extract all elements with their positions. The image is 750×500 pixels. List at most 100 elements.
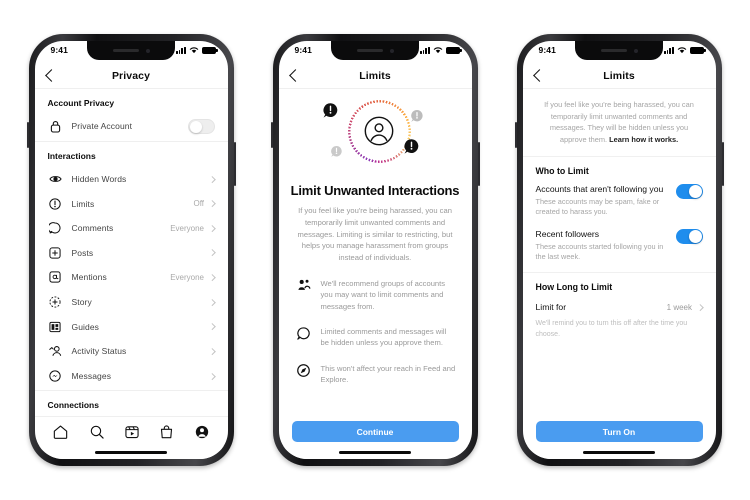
phone-mockup-limits-settings: 9:41 Limits If you feel like you're bein… xyxy=(514,34,724,466)
row-label: Comments xyxy=(71,223,114,234)
turn-on-button[interactable]: Turn On xyxy=(535,421,703,442)
row-label: Mentions xyxy=(71,272,107,283)
home-indicator xyxy=(278,446,472,459)
reels-icon[interactable] xyxy=(125,425,139,439)
wifi-icon xyxy=(677,47,686,54)
option-description: These accounts started following you in … xyxy=(535,241,664,262)
chevron-left-icon[interactable] xyxy=(288,69,302,82)
continue-button[interactable]: Continue xyxy=(291,421,459,442)
phone2-screen: 9:41 Limits Limit Unwanted Interactions … xyxy=(278,41,472,459)
status-clock: 9:41 xyxy=(538,45,556,55)
nav-bar-privacy: Privacy xyxy=(34,63,228,89)
compass-icon xyxy=(295,363,313,377)
front-camera xyxy=(389,48,394,53)
page-title: Limits xyxy=(359,69,391,82)
messenger-icon xyxy=(48,370,63,382)
section-header-who-to-limit: Who to Limit xyxy=(535,165,589,176)
battery-icon xyxy=(689,46,706,54)
status-bar: 9:41 xyxy=(35,41,228,63)
limit-for-label: Limit for xyxy=(535,302,567,313)
section-header-interactions: Interactions xyxy=(47,150,96,161)
row-activity-status[interactable]: Activity Status xyxy=(35,339,228,364)
wifi-icon xyxy=(433,47,442,54)
home-indicator xyxy=(34,446,228,459)
option-title: Accounts that aren't following you xyxy=(535,183,664,194)
row-limit-for[interactable]: Limit for 1 week xyxy=(523,298,716,312)
bottom-tab-bar xyxy=(34,416,228,446)
chevron-left-icon[interactable] xyxy=(44,69,58,82)
recent-followers-toggle[interactable] xyxy=(675,228,703,244)
phone-mockup-privacy: 9:41 Privacy Account Privacy Private Acc… xyxy=(26,34,236,466)
chevron-right-icon xyxy=(209,323,216,330)
alert-bubble-icon xyxy=(410,109,424,128)
option-description: These accounts may be spam, fake or crea… xyxy=(535,196,660,217)
hidden-words-icon xyxy=(48,174,63,184)
row-private-account[interactable]: Private Account xyxy=(35,114,228,139)
status-bar: 9:41 xyxy=(523,41,716,63)
row-comments[interactable]: Comments Everyone xyxy=(35,216,228,241)
nav-bar-limits: Limits xyxy=(522,63,716,89)
row-label: Hidden Words xyxy=(71,173,127,184)
front-camera xyxy=(633,48,638,53)
row-story[interactable]: Story xyxy=(35,290,228,315)
profile-icon[interactable] xyxy=(195,425,209,439)
notch xyxy=(575,41,663,60)
story-icon xyxy=(48,296,63,308)
cta-container: Turn On xyxy=(523,415,716,446)
row-label: Messages xyxy=(71,370,112,381)
row-label: Activity Status xyxy=(71,346,127,357)
cellular-signal-icon xyxy=(420,46,430,54)
row-label: Limits xyxy=(71,198,95,209)
row-value: Everyone xyxy=(170,272,204,282)
posts-icon xyxy=(48,247,63,259)
status-clock: 9:41 xyxy=(294,45,312,55)
learn-how-it-works-link[interactable]: Learn how it works. xyxy=(609,135,678,144)
limit-for-value: 1 week xyxy=(666,302,692,312)
chevron-right-icon xyxy=(209,175,216,183)
hero-title: Limit Unwanted Interactions xyxy=(290,183,460,198)
notch xyxy=(331,41,419,60)
search-icon[interactable] xyxy=(90,425,104,439)
mentions-icon xyxy=(48,271,63,283)
limit-note: We'll remind you to turn this off after … xyxy=(535,320,688,338)
bullet-item: This won't affect your reach in Feed and… xyxy=(279,363,472,400)
home-icon[interactable] xyxy=(53,425,68,439)
chevron-right-icon xyxy=(209,372,216,379)
bullet-item: Limited comments and messages will be hi… xyxy=(279,326,472,363)
private-account-toggle[interactable] xyxy=(187,118,215,134)
wifi-icon xyxy=(189,47,198,54)
chevron-right-icon xyxy=(209,274,216,281)
earpiece-speaker xyxy=(356,49,383,52)
section-header-how-long-to-limit: How Long to Limit xyxy=(535,282,613,293)
section-header-account-privacy: Account Privacy xyxy=(47,98,115,108)
shop-icon[interactable] xyxy=(160,424,173,439)
status-clock: 9:41 xyxy=(50,45,68,55)
option-recent-followers[interactable]: Recent followers These accounts started … xyxy=(523,227,716,272)
phone1-screen: 9:41 Privacy Account Privacy Private Acc… xyxy=(34,41,228,459)
bullet-text: We'll recommend groups of accounts you m… xyxy=(320,278,446,311)
row-limits[interactable]: Limits Off xyxy=(35,191,228,216)
row-posts[interactable]: Posts xyxy=(35,240,228,265)
phone-mockup-limits-intro: 9:41 Limits Limit Unwanted Interactions … xyxy=(270,34,480,466)
chevron-right-icon xyxy=(209,200,216,207)
row-mentions[interactable]: Mentions Everyone xyxy=(35,265,228,290)
hero-subtitle: If you feel like you're being harassed, … xyxy=(297,206,453,263)
row-guides[interactable]: Guides xyxy=(35,314,228,339)
row-hidden-words[interactable]: Hidden Words xyxy=(35,167,228,192)
guides-icon xyxy=(48,321,63,333)
privacy-settings-list: Account Privacy Private Account Interact… xyxy=(34,89,228,416)
accounts-not-following-toggle[interactable] xyxy=(675,183,703,199)
chevron-right-icon xyxy=(209,347,216,355)
bullet-item: We'll recommend groups of accounts you m… xyxy=(279,278,472,326)
alert-bubble-icon xyxy=(330,145,343,163)
chevron-right-icon xyxy=(209,249,216,256)
status-icons xyxy=(664,46,706,54)
cta-container: Continue xyxy=(279,415,472,446)
row-messages[interactable]: Messages xyxy=(35,363,228,388)
lock-icon xyxy=(48,120,63,133)
status-icons xyxy=(420,46,462,54)
option-accounts-not-following[interactable]: Accounts that aren't following you These… xyxy=(523,182,716,227)
page-title: Privacy xyxy=(111,69,151,82)
chevron-left-icon[interactable] xyxy=(532,69,546,82)
section-header-connections: Connections xyxy=(47,400,99,411)
